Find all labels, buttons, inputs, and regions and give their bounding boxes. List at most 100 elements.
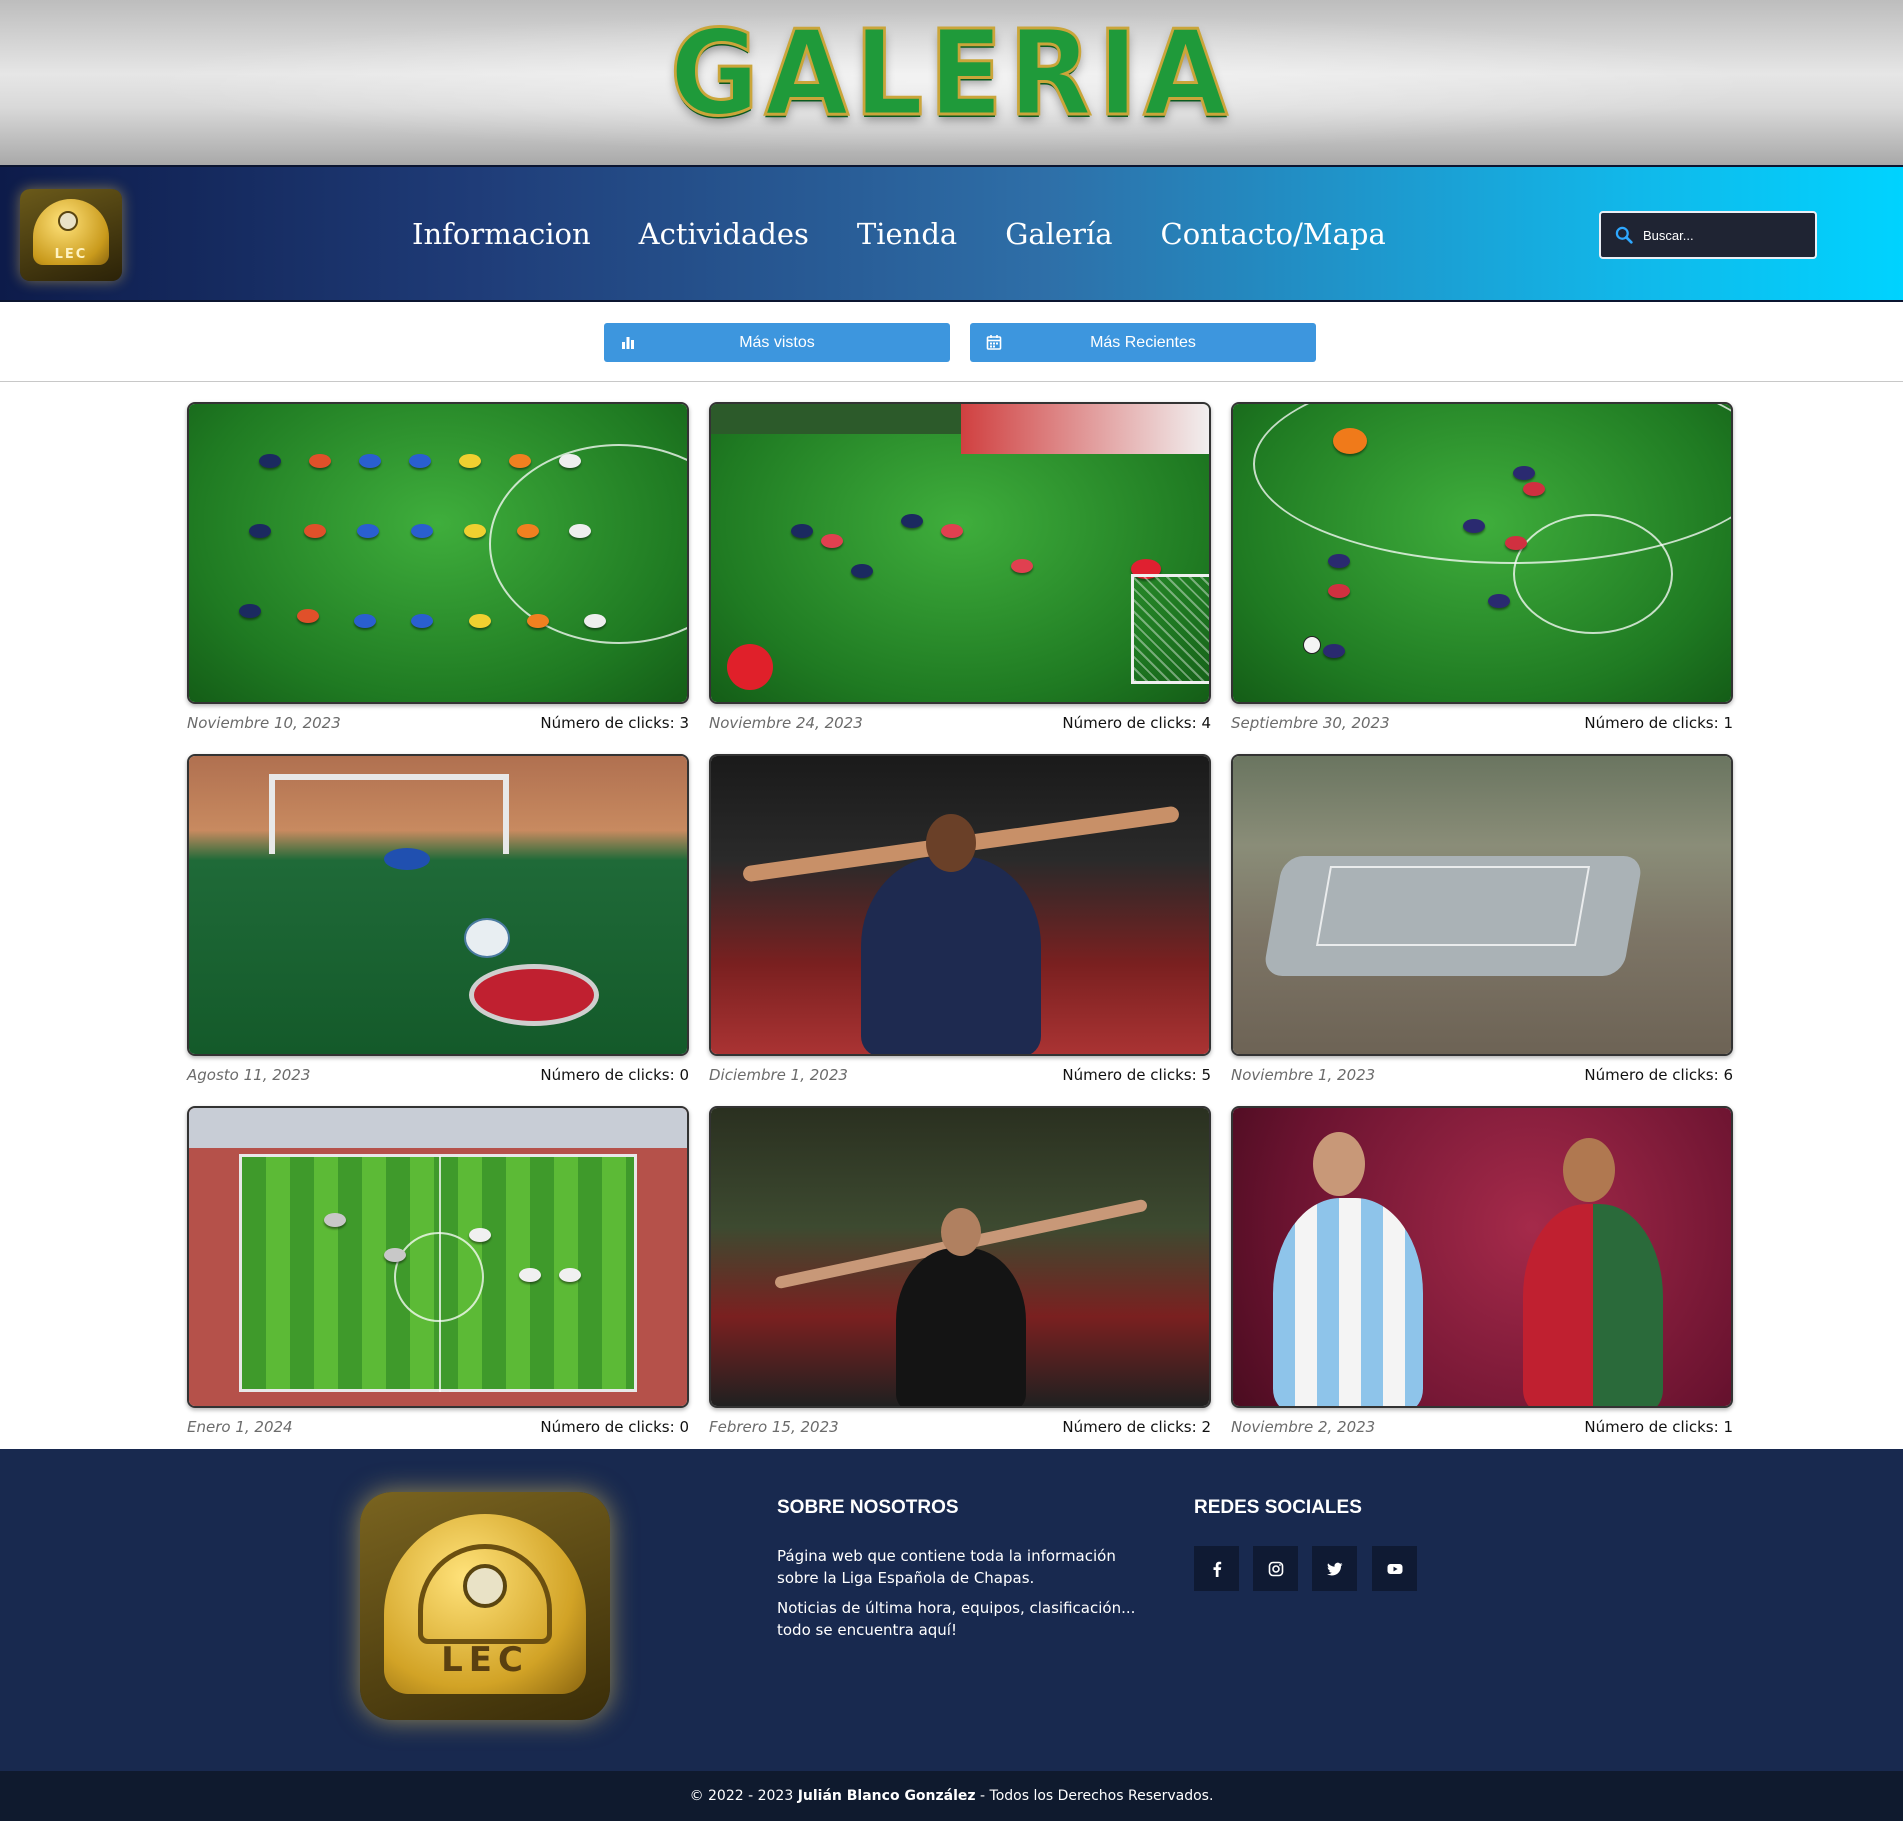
blue-cap [384, 848, 430, 870]
cap [1488, 594, 1510, 608]
cap [851, 564, 873, 578]
card-date: Noviembre 2, 2023 [1231, 1418, 1376, 1436]
most-viewed-button[interactable]: Más vistos [604, 323, 950, 362]
youtube-icon [1387, 1563, 1402, 1574]
copyright-author: Julián Blanco González [797, 1788, 976, 1804]
footer-logo-text: LEC [441, 1640, 529, 1680]
gallery-image-caps-field[interactable] [1231, 402, 1733, 704]
gallery-card[interactable]: Febrero 15, 2023 Número de clicks: 2 [709, 1106, 1211, 1436]
red-cap [469, 964, 599, 1026]
cap [297, 609, 319, 623]
soccer-ball-icon [463, 1564, 507, 1608]
cap [509, 454, 531, 468]
gallery-image-concrete-pitch[interactable] [1231, 754, 1733, 1056]
most-recent-button[interactable]: Más Recientes [970, 323, 1316, 362]
nav-link-contacto[interactable]: Contacto/Mapa [1161, 217, 1386, 251]
site-logo[interactable]: LEC [20, 189, 122, 281]
card-meta: Septiembre 30, 2023 Número de clicks: 1 [1231, 714, 1733, 732]
cap [469, 614, 491, 628]
gallery-image-caps-rows[interactable] [187, 402, 689, 704]
player-left-head [1313, 1132, 1365, 1196]
gallery-card[interactable]: Noviembre 1, 2023 Número de clicks: 6 [1231, 754, 1733, 1084]
card-meta: Agosto 11, 2023 Número de clicks: 0 [187, 1066, 689, 1084]
cap [239, 604, 261, 618]
cap [559, 1268, 581, 1282]
main-navbar: LEC Informacion Actividades Tienda Galer… [0, 165, 1903, 302]
gallery-image-player-arms-open[interactable] [709, 1106, 1211, 1408]
gallery-image-table-game[interactable] [709, 402, 1211, 704]
header-banner: GALERIA [0, 0, 1903, 165]
facebook-button[interactable] [1194, 1546, 1239, 1591]
cap [901, 514, 923, 528]
copyright-suffix: - Todos los Derechos Reservados. [975, 1788, 1214, 1804]
card-date: Agosto 11, 2023 [187, 1066, 311, 1084]
cap [304, 524, 326, 538]
card-date: Enero 1, 2024 [187, 1418, 293, 1436]
card-date: Septiembre 30, 2023 [1231, 714, 1390, 732]
soccer-ball-icon [58, 211, 78, 231]
cap [411, 614, 433, 628]
cap [1328, 584, 1350, 598]
card-clicks: Número de clicks: 0 [540, 1066, 689, 1084]
nav-link-tienda[interactable]: Tienda [857, 217, 957, 251]
cap [324, 1213, 346, 1227]
player-right-shirt [1523, 1204, 1663, 1406]
gallery-card[interactable]: Noviembre 2, 2023 Número de clicks: 1 [1231, 1106, 1733, 1436]
gallery-card[interactable]: Noviembre 24, 2023 Número de clicks: 4 [709, 402, 1211, 732]
search-icon [1615, 226, 1633, 244]
cap [517, 524, 539, 538]
gallery-card[interactable]: Noviembre 10, 2023 Número de clicks: 3 [187, 402, 689, 732]
pitch-line [1513, 514, 1673, 634]
cap [359, 454, 381, 468]
logo-text: LEC [54, 247, 88, 262]
search-input[interactable] [1643, 227, 1793, 243]
cap [354, 614, 376, 628]
gallery-card[interactable]: Diciembre 1, 2023 Número de clicks: 5 [709, 754, 1211, 1084]
gallery-image-player-celebration[interactable] [709, 754, 1211, 1056]
center-circle [394, 1232, 484, 1322]
card-clicks: Número de clicks: 2 [1062, 1418, 1211, 1436]
cap [469, 1228, 491, 1242]
youtube-button[interactable] [1372, 1546, 1417, 1591]
search-box[interactable] [1599, 211, 1817, 259]
card-date: Noviembre 1, 2023 [1231, 1066, 1376, 1084]
cap [1523, 482, 1545, 496]
goal-net [1131, 574, 1209, 684]
gallery-card[interactable]: Septiembre 30, 2023 Número de clicks: 1 [1231, 402, 1733, 732]
cap [527, 614, 549, 628]
most-viewed-label: Más vistos [739, 333, 815, 351]
card-meta: Diciembre 1, 2023 Número de clicks: 5 [709, 1066, 1211, 1084]
cap [464, 524, 486, 538]
cap [584, 614, 606, 628]
page-title: GALERIA [669, 4, 1234, 142]
card-date: Febrero 15, 2023 [709, 1418, 839, 1436]
social-heading: REDES SOCIALES [1194, 1497, 1362, 1518]
calendar-icon [986, 335, 1002, 350]
twitter-button[interactable] [1312, 1546, 1357, 1591]
nav-link-actividades[interactable]: Actividades [639, 217, 809, 251]
goal-frame [269, 774, 509, 854]
nav-link-galeria[interactable]: Galería [1005, 217, 1112, 251]
card-clicks: Número de clicks: 1 [1584, 1418, 1733, 1436]
twitter-icon [1326, 1562, 1342, 1576]
gallery-image-online-game[interactable] [187, 1106, 689, 1408]
instagram-icon [1268, 1561, 1283, 1576]
card-clicks: Número de clicks: 0 [540, 1418, 689, 1436]
footer: LEC SOBRE NOSOTROS Página web que contie… [0, 1449, 1903, 1771]
instagram-button[interactable] [1253, 1546, 1298, 1591]
gallery-card[interactable]: Enero 1, 2024 Número de clicks: 0 [187, 1106, 689, 1436]
cap [1513, 466, 1535, 480]
nav-link-informacion[interactable]: Informacion [412, 217, 591, 251]
card-clicks: Número de clicks: 1 [1584, 714, 1733, 732]
cap [1463, 519, 1485, 533]
brand-badge [727, 644, 773, 690]
gallery-image-goal-closeup[interactable] [187, 754, 689, 1056]
player-body [896, 1248, 1026, 1406]
footer-logo[interactable]: LEC [360, 1492, 610, 1720]
gallery-card[interactable]: Agosto 11, 2023 Número de clicks: 0 [187, 754, 689, 1084]
about-heading: SOBRE NOSOTROS [777, 1497, 959, 1518]
copyright-bar: © 2022 - 2023 Julián Blanco González - T… [0, 1771, 1903, 1821]
card-meta: Noviembre 24, 2023 Número de clicks: 4 [709, 714, 1211, 732]
gallery-image-two-players[interactable] [1231, 1106, 1733, 1408]
cap [1505, 536, 1527, 550]
